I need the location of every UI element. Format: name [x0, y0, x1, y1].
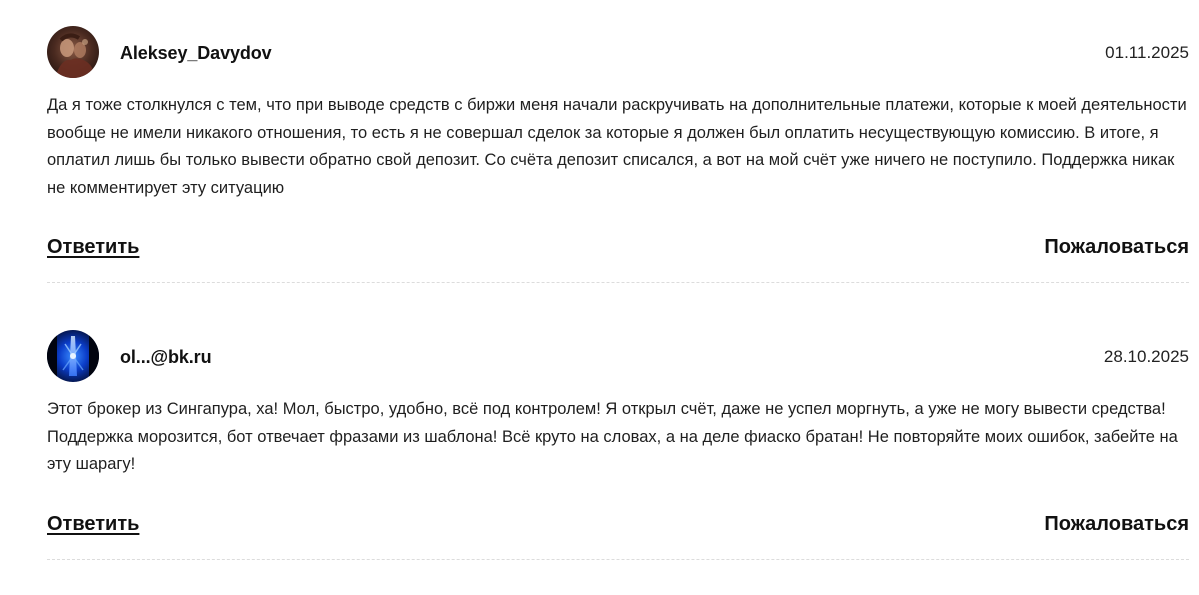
- comment-actions: Ответить Пожаловаться: [47, 236, 1189, 266]
- report-button[interactable]: Пожаловаться: [1044, 236, 1189, 259]
- divider: [47, 282, 1189, 283]
- avatar[interactable]: [47, 330, 99, 382]
- comment-author: Aleksey_Davydov: [120, 43, 272, 63]
- comment-item: ol...@bk.ru 28.10.2025 Этот брокер из Си…: [47, 330, 1189, 560]
- comment-text: Этот брокер из Сингапура, ха! Мол, быстр…: [47, 400, 1178, 473]
- comment-date: 01.11.2025: [1105, 43, 1189, 62]
- comments-list: Aleksey_Davydov 01.11.2025 Да я тоже сто…: [0, 0, 1199, 595]
- comment-author: ol...@bk.ru: [120, 347, 212, 367]
- comment-text: Да я тоже столкнулся с тем, что при выво…: [47, 96, 1187, 197]
- reply-button[interactable]: Ответить: [47, 513, 139, 536]
- comment-header: ol...@bk.ru 28.10.2025: [47, 330, 1189, 384]
- comment-header: Aleksey_Davydov 01.11.2025: [47, 26, 1189, 80]
- comment-date: 28.10.2025: [1103, 347, 1189, 366]
- report-button[interactable]: Пожаловаться: [1044, 513, 1189, 536]
- comment-actions: Ответить Пожаловаться: [47, 513, 1189, 543]
- user-photo-avatar-icon: [47, 26, 99, 78]
- user-photo-avatar-icon: [47, 330, 99, 382]
- divider: [47, 559, 1189, 560]
- avatar[interactable]: [47, 26, 99, 78]
- reply-button[interactable]: Ответить: [47, 236, 139, 259]
- comment-item: Aleksey_Davydov 01.11.2025 Да я тоже сто…: [47, 26, 1189, 283]
